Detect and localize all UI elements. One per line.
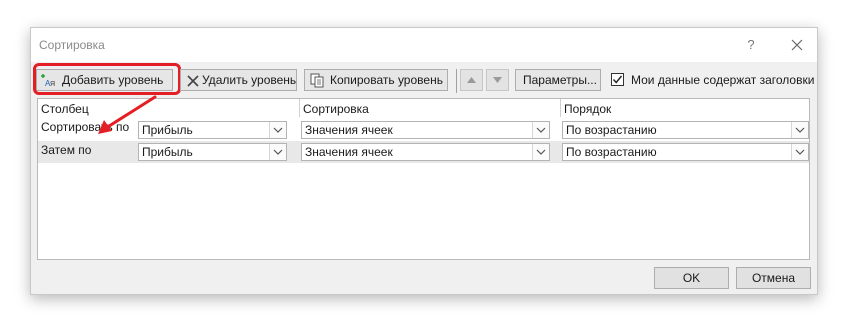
arrow-up-icon: [467, 77, 476, 83]
move-down-button[interactable]: [486, 69, 509, 91]
dropdown-button[interactable]: [532, 144, 549, 160]
chevron-down-icon: [795, 127, 805, 133]
arrow-down-icon: [493, 77, 502, 83]
column-select-value: Прибыль: [142, 145, 193, 159]
delete-icon: [187, 75, 199, 87]
order-select-value: По возрастанию: [566, 123, 657, 137]
checkmark-icon: [612, 75, 623, 84]
add-level-label: Добавить уровень: [62, 73, 164, 87]
sort-dialog: Сортировка ? A Я Добавить уровень Удалит…: [30, 27, 818, 295]
copy-icon: [310, 73, 324, 88]
chevron-down-icon: [795, 149, 805, 155]
close-icon: [791, 39, 803, 51]
copy-level-button[interactable]: Копировать уровень: [304, 69, 448, 91]
order-select[interactable]: По возрастанию: [562, 121, 809, 139]
sort-on-select-value: Значения ячеек: [305, 123, 393, 137]
row-label: Сортировать по: [41, 120, 130, 134]
has-headers-checkbox[interactable]: [611, 73, 624, 86]
sort-level-row[interactable]: Сортировать по Прибыль Значения ячеек По…: [38, 119, 809, 141]
dropdown-button[interactable]: [269, 122, 286, 138]
delete-level-button[interactable]: Удалить уровень: [180, 69, 297, 91]
dropdown-button[interactable]: [791, 144, 808, 160]
params-button[interactable]: Параметры...: [515, 69, 601, 91]
dropdown-button[interactable]: [532, 122, 549, 138]
column-header-column: Столбец: [41, 102, 89, 116]
chevron-down-icon: [536, 127, 546, 133]
row-label: Затем по: [41, 143, 92, 157]
params-label: Параметры...: [523, 73, 597, 87]
sort-on-select[interactable]: Значения ячеек: [301, 121, 550, 139]
dialog-title: Сортировка: [39, 38, 105, 52]
sort-on-select-value: Значения ячеек: [305, 145, 393, 159]
sort-level-row[interactable]: Затем по Прибыль Значения ячеек По возра…: [38, 141, 809, 163]
column-select[interactable]: Прибыль: [138, 143, 287, 161]
copy-level-label: Копировать уровень: [330, 73, 443, 87]
sort-on-select[interactable]: Значения ячеек: [301, 143, 550, 161]
delete-level-label: Удалить уровень: [202, 73, 297, 87]
has-headers-label: Мои данные содержат заголовки: [631, 73, 815, 87]
add-level-icon: A Я: [41, 74, 55, 88]
column-header-order: Порядок: [564, 102, 612, 116]
ok-button[interactable]: OK: [654, 267, 729, 289]
column-header-sort-on: Сортировка: [303, 102, 369, 116]
move-up-button[interactable]: [460, 69, 483, 91]
column-divider: [560, 99, 561, 117]
column-divider: [299, 99, 300, 117]
order-select-value: По возрастанию: [566, 145, 657, 159]
chevron-down-icon: [273, 149, 283, 155]
dropdown-button[interactable]: [791, 122, 808, 138]
title-bar: Сортировка ?: [31, 28, 817, 62]
close-button[interactable]: [788, 35, 806, 55]
column-select[interactable]: Прибыль: [138, 121, 287, 139]
dropdown-button[interactable]: [269, 144, 286, 160]
chevron-down-icon: [536, 149, 546, 155]
chevron-down-icon: [273, 127, 283, 133]
svg-text:Я: Я: [50, 81, 55, 88]
order-select[interactable]: По возрастанию: [562, 143, 809, 161]
sort-levels-grid: Столбец Сортировка Порядок Сортировать п…: [37, 98, 810, 260]
add-level-button[interactable]: A Я Добавить уровень: [36, 69, 173, 91]
help-button[interactable]: ?: [744, 35, 758, 55]
column-select-value: Прибыль: [142, 123, 193, 137]
toolbar-separator: [456, 69, 457, 93]
cancel-button[interactable]: Отмена: [736, 267, 811, 289]
